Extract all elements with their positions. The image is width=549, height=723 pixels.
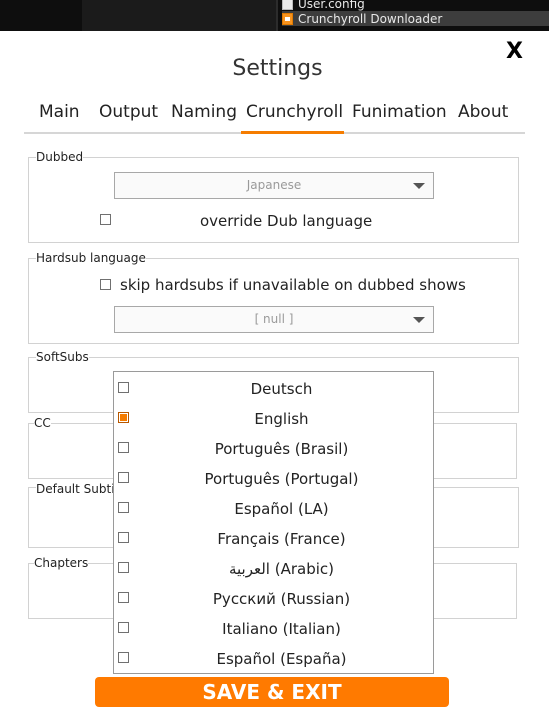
file-list-item[interactable]: User.config [282,0,365,11]
background-divider [276,0,278,31]
softsub-option[interactable]: Italiano (Italian) [114,615,433,645]
softsub-option[interactable]: Русский (Russian) [114,585,433,615]
dub-language-select[interactable]: Japanese [114,172,434,199]
dubbed-group [28,157,519,243]
tab-naming[interactable]: Naming [171,102,237,122]
override-dub-checkbox[interactable] [100,214,111,225]
softsub-option[interactable]: Deutsch [114,375,433,405]
dialog-title: Settings [232,56,323,81]
softsub-option-label: Português (Brasil) [214,440,349,458]
chapters-label: Chapters [34,556,89,570]
softsub-option[interactable]: Español (España) [114,645,433,675]
tab-bar: Main Output Naming Crunchyroll Funimatio… [24,102,525,130]
chevron-down-icon [413,317,425,323]
file-icon [282,0,293,10]
softsub-option-label: Italiano (Italian) [222,620,341,638]
tab-main[interactable]: Main [39,102,80,122]
softsub-option-label: العربية (Arabic) [228,560,335,578]
file-list-item-selected[interactable]: Crunchyroll Downloader [282,11,549,26]
softsub-option[interactable]: Français (France) [114,525,433,555]
app-icon [282,12,293,25]
softsub-option-label: Español (España) [216,650,347,668]
file-name: User.config [298,0,365,11]
override-dub-label: override Dub language [200,212,373,230]
softsub-option-label: English [254,410,309,428]
dubbed-label: Dubbed [36,150,84,164]
default-subtitle-label: Default Subtit [36,482,120,496]
softsub-option-label: Português (Portugal) [204,470,359,488]
active-tab-indicator [241,131,344,134]
softsubs-dropdown[interactable]: Deutsch English Português (Brasil) Portu… [113,371,434,674]
save-exit-button[interactable]: SAVE & EXIT [95,677,449,707]
skip-hardsubs-checkbox[interactable] [100,279,111,290]
softsubs-label: SoftSubs [36,350,89,364]
background-window: User.config Crunchyroll Downloader [0,0,549,31]
hardsub-language-value: [ null ] [254,312,294,326]
chevron-down-icon [413,183,425,189]
tab-output[interactable]: Output [99,102,158,122]
softsub-option[interactable]: Español (LA) [114,495,433,525]
softsub-option[interactable]: English [114,405,433,435]
tab-about[interactable]: About [458,102,508,122]
softsub-option[interactable]: Português (Portugal) [114,465,433,495]
softsub-option[interactable]: العربية (Arabic) [114,555,433,585]
tab-crunchyroll[interactable]: Crunchyroll [246,102,343,122]
cc-label: CC [34,416,51,430]
hardsub-language-select[interactable]: [ null ] [114,306,434,333]
hardsub-label: Hardsub language [36,251,146,265]
softsub-option-label: Español (LA) [234,500,329,518]
background-panel [82,0,277,31]
file-name: Crunchyroll Downloader [298,11,443,26]
softsub-option-label: Deutsch [250,380,313,398]
dub-language-value: Japanese [246,178,302,192]
softsub-option[interactable]: Português (Brasil) [114,435,433,465]
softsub-option-label: Français (France) [217,530,346,548]
softsub-option-label: Русский (Russian) [212,590,351,608]
skip-hardsubs-label: skip hardsubs if unavailable on dubbed s… [120,276,466,294]
tab-funimation[interactable]: Funimation [352,102,447,122]
